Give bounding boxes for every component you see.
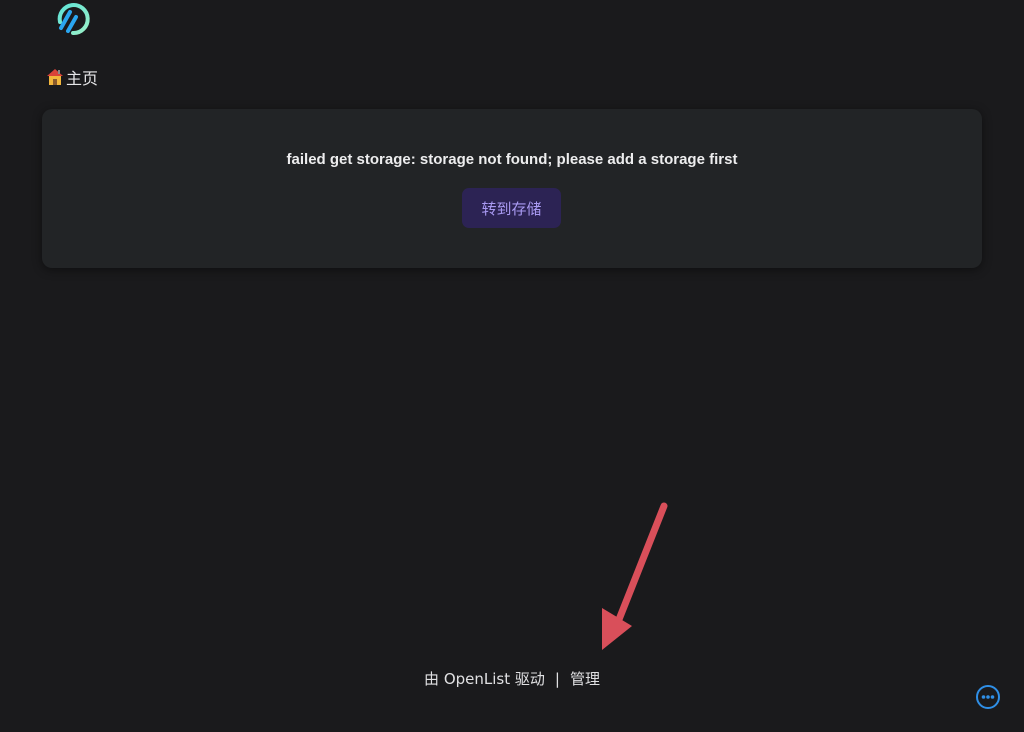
error-message: failed get storage: storage not found; p… bbox=[286, 151, 738, 168]
openlist-logo-icon[interactable] bbox=[54, 0, 92, 38]
breadcrumb-home[interactable]: 主页 bbox=[46, 66, 98, 88]
footer-separator: | bbox=[554, 670, 560, 688]
manage-link[interactable]: 管理 bbox=[570, 670, 600, 688]
more-horizontal-icon[interactable] bbox=[975, 684, 1001, 710]
footer: 由 OpenList 驱动 | 管理 bbox=[0, 668, 1024, 689]
powered-by-text: 由 OpenList 驱动 bbox=[424, 670, 545, 688]
house-emoji-icon bbox=[47, 69, 63, 85]
go-to-storage-button[interactable]: 转到存储 bbox=[462, 188, 561, 228]
red-arrow-icon bbox=[602, 502, 668, 650]
breadcrumb-home-label: 主页 bbox=[66, 71, 99, 88]
error-card: failed get storage: storage not found; p… bbox=[42, 109, 982, 268]
